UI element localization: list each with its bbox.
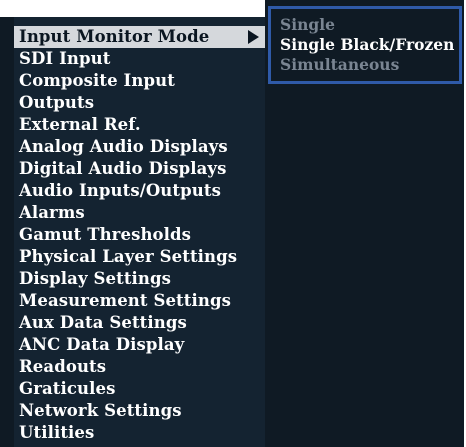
submenu-option-single[interactable]: Single xyxy=(271,15,459,35)
menu-item-external-ref[interactable]: External Ref. xyxy=(14,114,265,136)
submenu-option-single-black-frozen[interactable]: Single Black/Frozen xyxy=(271,35,459,55)
menu-item-outputs[interactable]: Outputs xyxy=(14,92,265,114)
menu-item-label: Network Settings xyxy=(19,401,182,420)
menu-item-aux-data-settings[interactable]: Aux Data Settings xyxy=(14,312,265,334)
menu-item-measurement-settings[interactable]: Measurement Settings xyxy=(14,290,265,312)
menu-item-label: Digital Audio Displays xyxy=(19,159,227,178)
menu-item-analog-audio-displays[interactable]: Analog Audio Displays xyxy=(14,136,265,158)
menu-item-label: Alarms xyxy=(19,203,85,222)
menu-item-label: SDI Input xyxy=(19,49,111,68)
menu-item-sdi-input[interactable]: SDI Input xyxy=(14,48,265,70)
menu-item-display-settings[interactable]: Display Settings xyxy=(14,268,265,290)
menu-item-graticules[interactable]: Graticules xyxy=(14,378,265,400)
menu-item-utilities[interactable]: Utilities xyxy=(14,422,265,444)
input-monitor-mode-submenu: Single Single Black/Frozen Simultaneous xyxy=(268,6,462,84)
menu-item-label: Audio Inputs/Outputs xyxy=(19,181,221,200)
menu-item-readouts[interactable]: Readouts xyxy=(14,356,265,378)
submenu-option-label: Single xyxy=(280,15,335,34)
menu-item-composite-input[interactable]: Composite Input xyxy=(14,70,265,92)
menu-item-label: Analog Audio Displays xyxy=(19,137,228,156)
menu-item-audio-inputs-outputs[interactable]: Audio Inputs/Outputs xyxy=(14,180,265,202)
menu-item-physical-layer-settings[interactable]: Physical Layer Settings xyxy=(14,246,265,268)
submenu-option-simultaneous[interactable]: Simultaneous xyxy=(271,55,459,75)
menu-item-label: ANC Data Display xyxy=(19,335,185,354)
menu-item-label: Physical Layer Settings xyxy=(19,247,238,266)
submenu-arrow-icon xyxy=(248,30,259,44)
menu-item-label: Graticules xyxy=(19,379,116,398)
menu-item-digital-audio-displays[interactable]: Digital Audio Displays xyxy=(14,158,265,180)
menu-item-label: External Ref. xyxy=(19,115,141,134)
menu-item-label: Measurement Settings xyxy=(19,291,231,310)
menu-item-alarms[interactable]: Alarms xyxy=(14,202,265,224)
config-menu: Input Monitor Mode SDI Input Composite I… xyxy=(14,17,265,447)
menu-item-label: Composite Input xyxy=(19,71,175,90)
menu-item-label: Input Monitor Mode xyxy=(19,27,210,46)
menu-item-input-monitor-mode[interactable]: Input Monitor Mode xyxy=(14,26,265,48)
menu-item-label: Utilities xyxy=(19,423,95,442)
menu-item-network-settings[interactable]: Network Settings xyxy=(14,400,265,422)
menu-item-gamut-thresholds[interactable]: Gamut Thresholds xyxy=(14,224,265,246)
config-screen: Input Monitor Mode SDI Input Composite I… xyxy=(0,0,464,447)
menu-item-anc-data-display[interactable]: ANC Data Display xyxy=(14,334,265,356)
menu-item-label: Outputs xyxy=(19,93,95,112)
menu-item-label: Gamut Thresholds xyxy=(19,225,192,244)
submenu-option-label: Single Black/Frozen xyxy=(280,35,455,54)
menu-item-label: Readouts xyxy=(19,357,107,376)
submenu-option-label: Simultaneous xyxy=(280,55,400,74)
menu-item-label: Aux Data Settings xyxy=(19,313,187,332)
menu-item-label: Display Settings xyxy=(19,269,172,288)
